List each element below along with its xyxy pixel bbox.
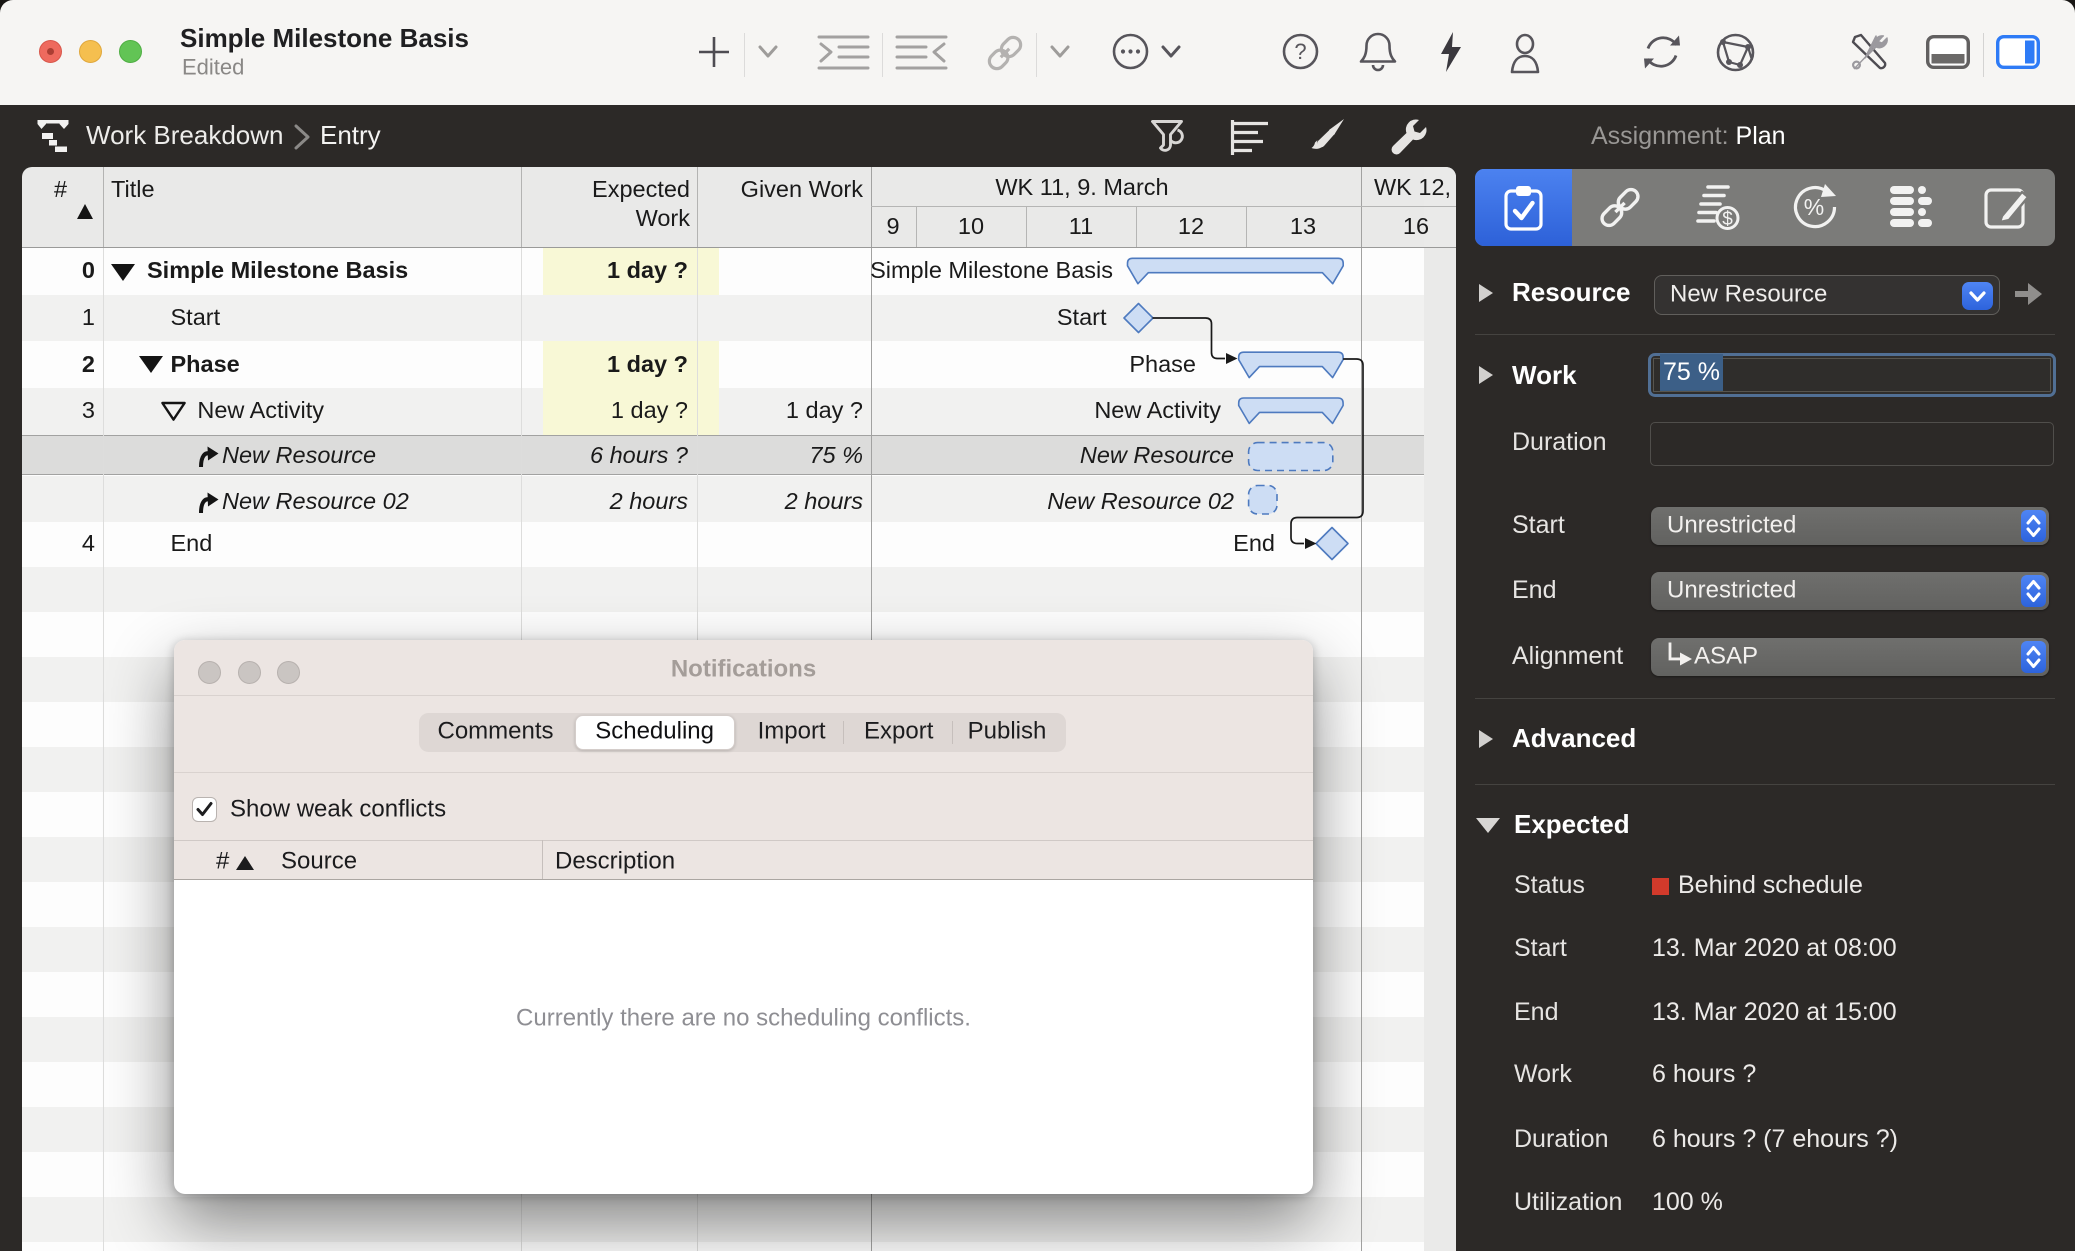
svg-text:%: % (1804, 194, 1824, 220)
svg-text:$: $ (1722, 209, 1733, 230)
svg-text:?: ? (1294, 39, 1306, 64)
